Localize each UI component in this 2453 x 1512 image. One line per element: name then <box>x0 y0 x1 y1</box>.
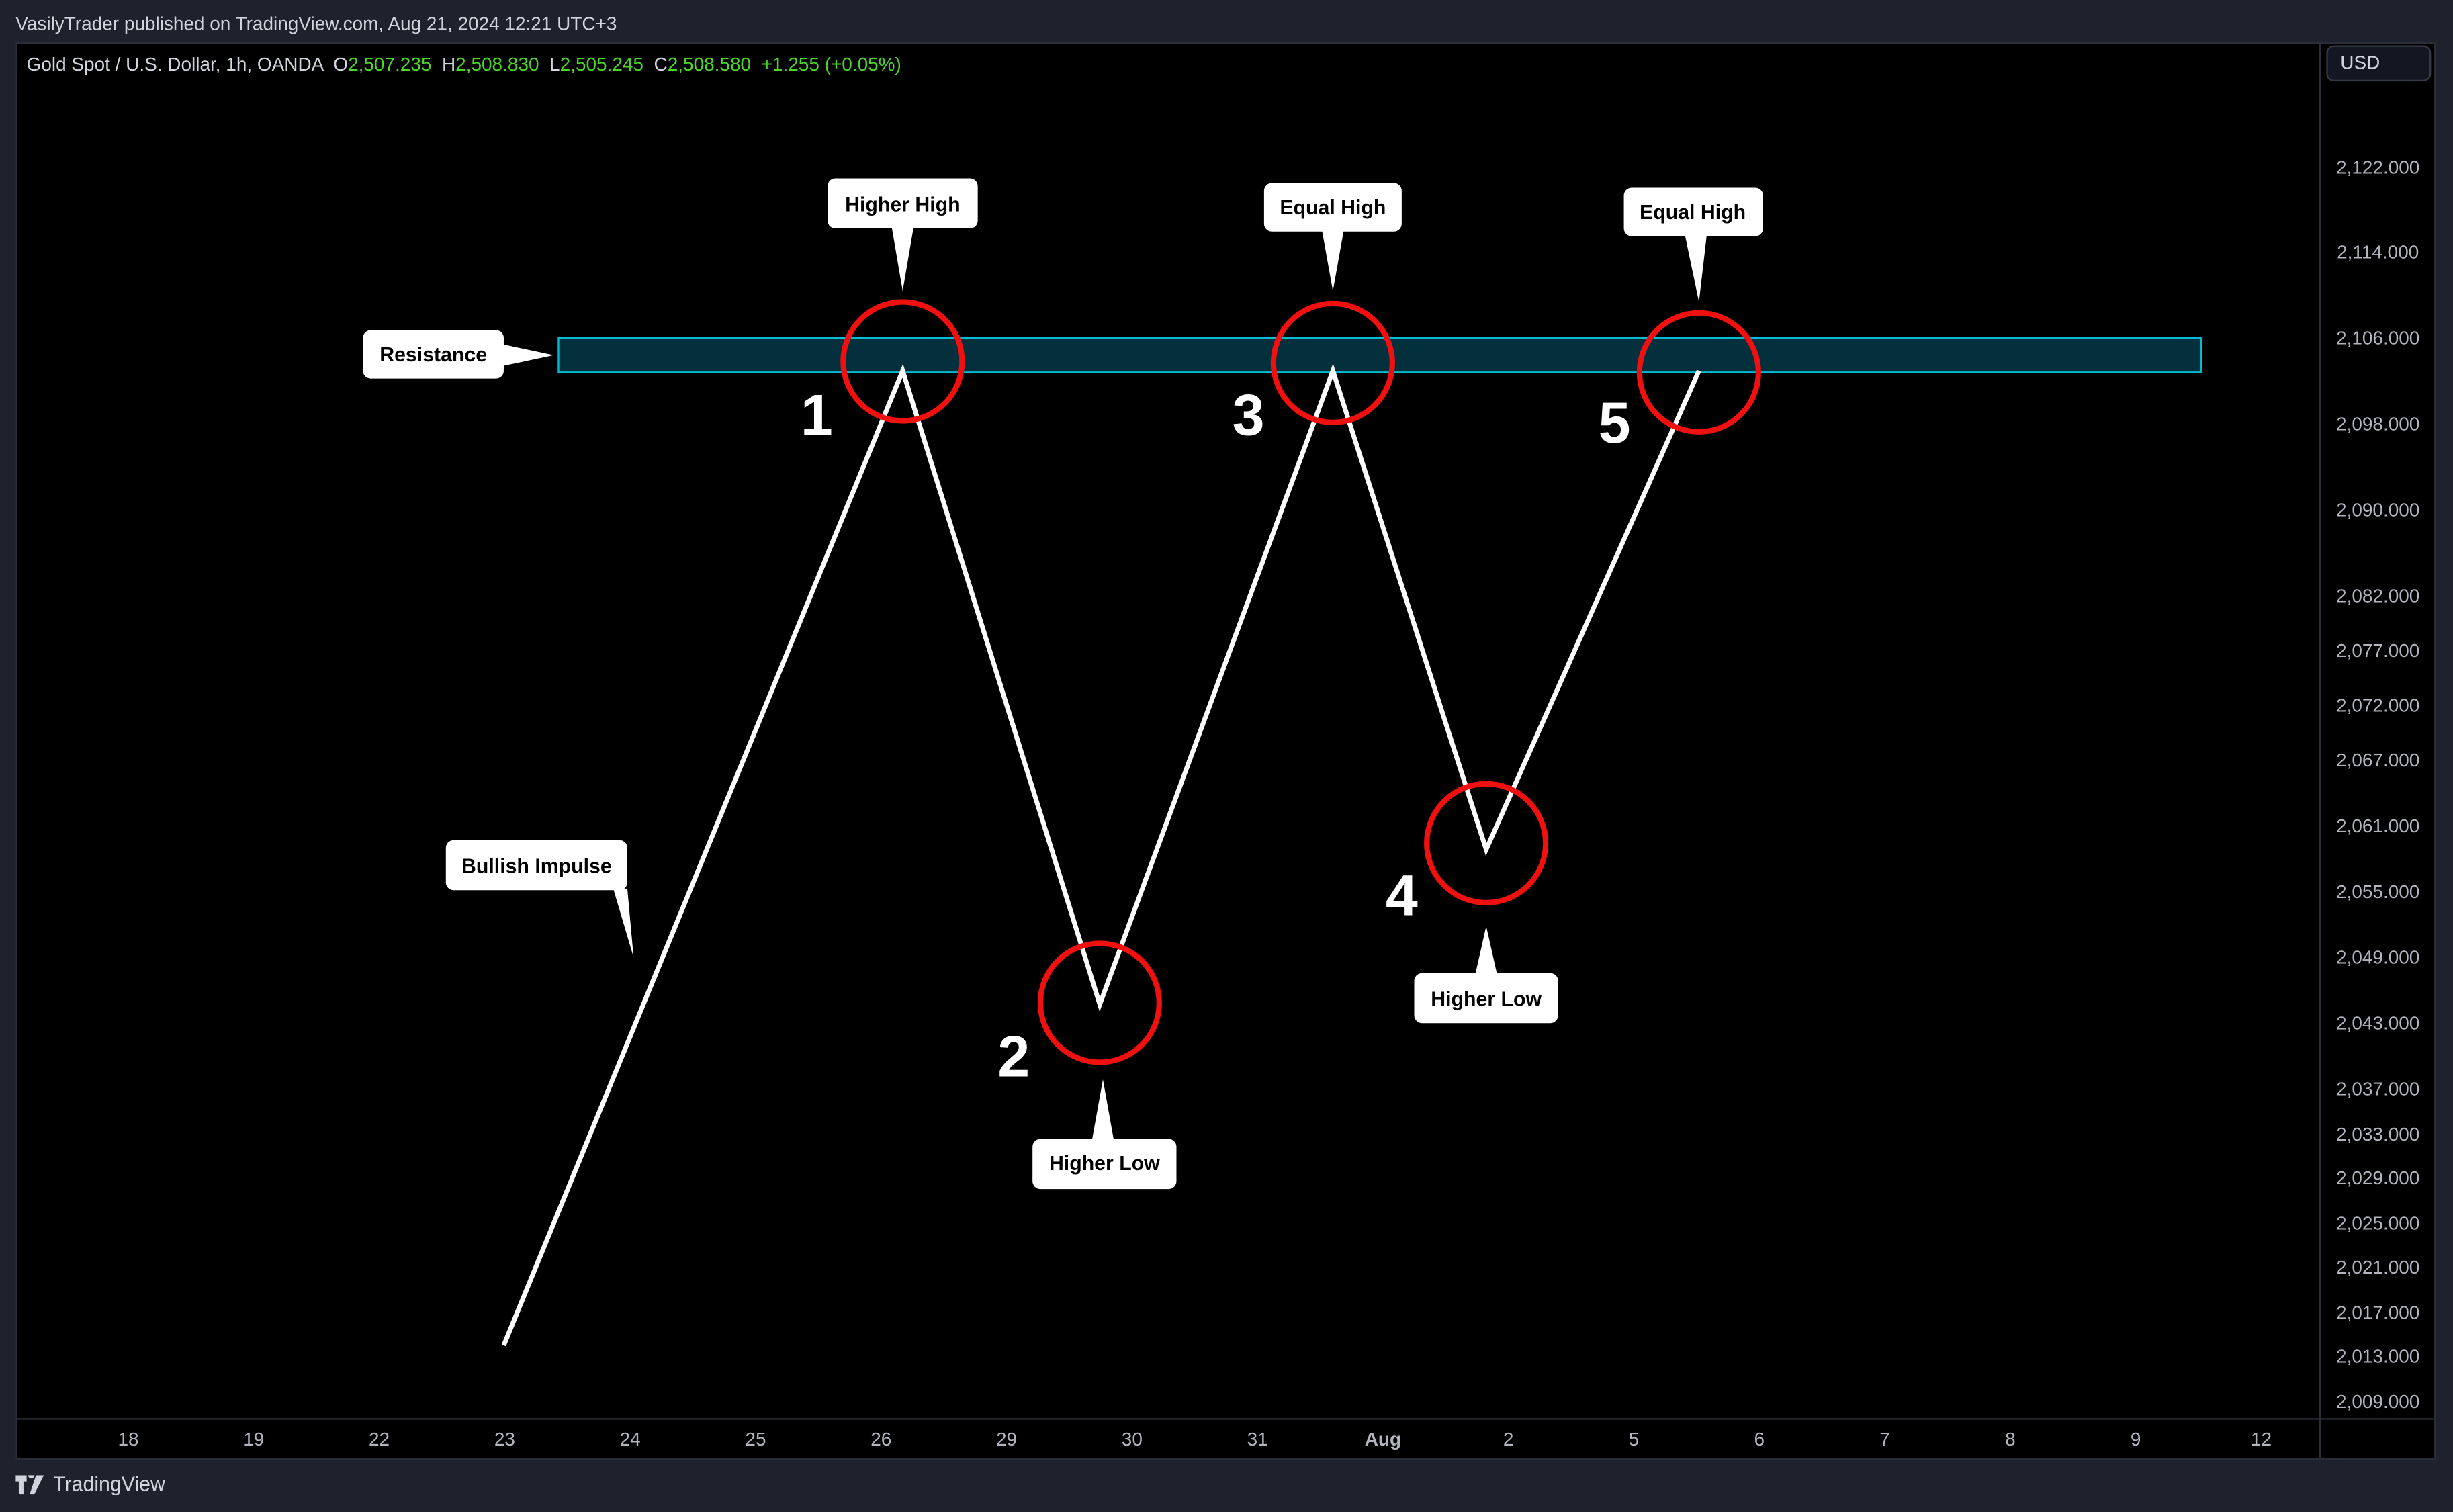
symbol-name: Gold Spot / U.S. Dollar, 1h, OANDA <box>26 53 323 75</box>
change-value: +1.255 (+0.05%) <box>761 53 901 75</box>
publish-info: VasilyTrader published on TradingView.co… <box>15 12 617 35</box>
open-value: 2,507.235 <box>348 53 432 75</box>
high-label: H <box>441 53 456 75</box>
close-value: 2,508.580 <box>667 53 752 75</box>
ohlc-legend: Gold Spot / U.S. Dollar, 1h, OANDA O2,50… <box>27 53 901 75</box>
brand-name: TradingView <box>53 1472 165 1496</box>
low-label: L <box>549 53 560 75</box>
high-value: 2,508.830 <box>455 53 539 75</box>
close-label: C <box>654 53 668 75</box>
tradingview-logo-icon <box>15 1474 44 1494</box>
tradingview-snapshot: VasilyTrader published on TradingView.co… <box>0 0 2453 1511</box>
chart-pane[interactable] <box>15 42 2436 1460</box>
low-value: 2,505.245 <box>560 53 643 75</box>
currency-button[interactable]: USD <box>2326 45 2432 82</box>
tradingview-logo[interactable]: TradingView <box>15 1472 165 1496</box>
open-label: O <box>333 53 349 75</box>
